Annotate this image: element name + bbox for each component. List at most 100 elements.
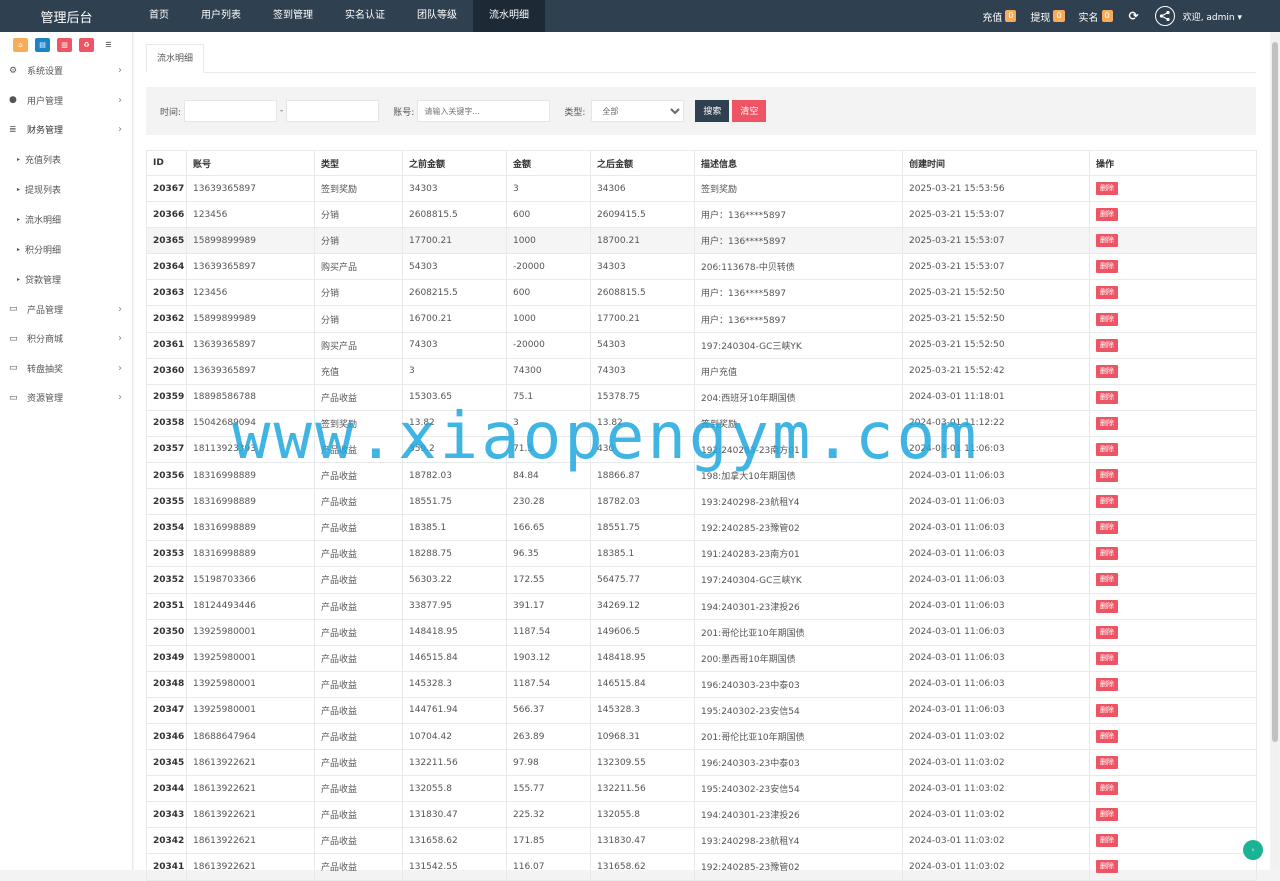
delete-button[interactable]: 删除 xyxy=(1096,677,1118,691)
topnav-item[interactable]: 签到管理 xyxy=(257,0,329,32)
table-cell: 131542.55 xyxy=(402,853,507,881)
topnav-item[interactable]: 团队等级 xyxy=(401,0,473,32)
sidebar-item[interactable]: ⚙ 系统设置 › xyxy=(0,56,132,86)
trash-icon[interactable]: ▥ xyxy=(57,38,72,52)
home-icon[interactable]: ⌂ xyxy=(13,38,28,52)
table-cell: 193:240298-23航租Y4 xyxy=(694,488,903,516)
database-icon: ≣ xyxy=(9,124,17,135)
table-cell: 2609415.5 xyxy=(590,201,695,229)
table-body: 20367 13639365897 签到奖励 34303 3 34306 签到奖励 2025-… xyxy=(146,174,1257,881)
topnav-item[interactable]: 流水明细 xyxy=(473,0,545,32)
delete-button[interactable]: 删除 xyxy=(1096,599,1118,613)
action-cell: 删除 xyxy=(1089,279,1257,307)
scrollbar-thumb[interactable] xyxy=(1272,42,1278,742)
stat-2[interactable]: 实名 0 xyxy=(1079,9,1113,24)
topnav-item[interactable]: 实名认证 xyxy=(329,0,401,32)
sidebar-subitem[interactable]: ▸ 积分明细 xyxy=(0,235,132,265)
sidebar-item[interactable]: ▭ 产品管理 › xyxy=(0,295,132,325)
column-header: 描述信息 xyxy=(694,150,903,176)
table-cell: 20359 xyxy=(146,383,187,411)
refresh-icon[interactable]: ⟳ xyxy=(1129,9,1139,23)
type-select[interactable]: 全部 xyxy=(591,100,685,122)
delete-button[interactable]: 删除 xyxy=(1096,625,1118,639)
delete-button[interactable]: 删除 xyxy=(1096,730,1118,744)
sidebar-subitem[interactable]: ▸ 提现列表 xyxy=(0,175,132,205)
delete-button[interactable]: 删除 xyxy=(1096,651,1118,665)
sidebar-item[interactable]: ● 用户管理 › xyxy=(0,86,132,116)
chevron-right-icon: › xyxy=(118,392,122,404)
user-menu[interactable]: 欢迎, admin ▾ xyxy=(1183,10,1242,23)
delete-button[interactable]: 删除 xyxy=(1096,808,1118,822)
sidebar-item[interactable]: ▭ 转盘抽奖 › xyxy=(0,354,132,384)
delete-button[interactable]: 删除 xyxy=(1096,469,1118,483)
recycle-icon[interactable]: ♻ xyxy=(79,38,94,52)
delete-button[interactable]: 删除 xyxy=(1096,390,1118,404)
action-cell: 删除 xyxy=(1089,488,1257,516)
table-cell: 18385.1 xyxy=(590,540,695,568)
table-cell: 600 xyxy=(506,279,591,307)
table-cell: 2024-03-01 11:06:03 xyxy=(902,618,1090,646)
table-row: 20366 123456 分销 2608815.5 600 2609415.5 用户：136… xyxy=(146,201,1257,229)
account-input[interactable] xyxy=(417,100,551,122)
delete-button[interactable]: 删除 xyxy=(1096,416,1118,430)
delete-button[interactable]: 删除 xyxy=(1096,234,1118,248)
delete-button[interactable]: 删除 xyxy=(1096,286,1118,300)
action-cell: 删除 xyxy=(1089,566,1257,594)
floating-help-button[interactable]: › xyxy=(1243,840,1263,860)
table-row: 20343 18613922621 产品收益 131830.47 225.32 13205… xyxy=(146,801,1257,829)
sidebar-item-label: 产品管理 xyxy=(27,305,64,316)
delete-button[interactable]: 删除 xyxy=(1096,703,1118,717)
sidebar-subitem[interactable]: ▸ 充值列表 xyxy=(0,145,132,175)
sidebar-subitem[interactable]: ▸ 贷款管理 xyxy=(0,265,132,295)
file-icon[interactable]: ▤ xyxy=(35,38,50,52)
monitor-icon: ▭ xyxy=(9,304,18,315)
stat-1[interactable]: 提现 0 xyxy=(1030,9,1065,24)
share-icon[interactable] xyxy=(1154,6,1175,26)
chevron-right-icon: › xyxy=(118,94,122,106)
table-cell: 191:240283-23南方01 xyxy=(694,540,903,568)
table-cell: 10704.42 xyxy=(402,722,507,751)
table-row: 20367 13639365897 签到奖励 34303 3 34306 签到奖励 2025-… xyxy=(146,174,1257,203)
tab-flow-detail[interactable]: 流水明细 xyxy=(146,44,205,73)
delete-button[interactable]: 删除 xyxy=(1096,312,1118,326)
topnav-item[interactable]: 首页 xyxy=(133,0,185,32)
delete-button[interactable]: 删除 xyxy=(1096,756,1118,770)
table-cell: 131658.62 xyxy=(590,853,695,881)
delete-button[interactable]: 删除 xyxy=(1096,182,1118,196)
table-cell: 2025-03-21 15:52:50 xyxy=(902,279,1090,307)
sidebar-subitem[interactable]: ▸ 流水明细 xyxy=(0,205,132,235)
table-cell: 56475.77 xyxy=(590,566,695,594)
sidebar-item[interactable]: ≣ 财务管理 › xyxy=(0,115,132,145)
delete-button[interactable]: 删除 xyxy=(1096,338,1118,352)
delete-button[interactable]: 删除 xyxy=(1096,442,1118,456)
delete-button[interactable]: 删除 xyxy=(1096,573,1118,587)
delete-button[interactable]: 删除 xyxy=(1096,782,1118,796)
list-icon[interactable]: ☰ xyxy=(101,38,116,52)
search-button[interactable]: 搜索 xyxy=(695,100,730,122)
table-cell: 18551.75 xyxy=(402,488,507,516)
sidebar-item[interactable]: ▭ 积分商城 › xyxy=(0,324,132,354)
table-cell: 15042689094 xyxy=(186,409,315,437)
table-cell: 20349 xyxy=(146,644,187,672)
table-row: 20347 13925980001 产品收益 144761.94 566.37 14532… xyxy=(146,696,1257,724)
search-bar: 时间: - 账号: 类型: 全部 搜索 清空 xyxy=(146,87,1256,135)
delete-button[interactable]: 删除 xyxy=(1096,834,1118,848)
table-cell: 20351 xyxy=(146,592,187,620)
topnav-item[interactable]: 用户列表 xyxy=(185,0,257,32)
start-time-input[interactable] xyxy=(184,100,278,122)
delete-button[interactable]: 删除 xyxy=(1096,860,1118,874)
end-time-input[interactable] xyxy=(286,100,380,122)
sidebar: ⌂ ▤ ▥ ♻ ☰ ⚙ 系统设置 › ● 用户管理 › ≣ 财务管理 › ▸ 充值列表 ▸ 提现列表 ▸ 流水明细 ▸… xyxy=(0,32,133,870)
table-cell: 20356 xyxy=(146,462,187,490)
delete-button[interactable]: 删除 xyxy=(1096,364,1118,378)
delete-button[interactable]: 删除 xyxy=(1096,260,1118,274)
page-scrollbar[interactable] xyxy=(1271,34,1279,870)
stat-0[interactable]: 充值 0 xyxy=(982,9,1017,24)
delete-button[interactable]: 删除 xyxy=(1096,521,1118,535)
time-label: 时间: xyxy=(160,107,182,118)
delete-button[interactable]: 删除 xyxy=(1096,495,1118,509)
delete-button[interactable]: 删除 xyxy=(1096,547,1118,561)
delete-button[interactable]: 删除 xyxy=(1096,208,1118,222)
clear-button[interactable]: 清空 xyxy=(732,100,767,122)
sidebar-item[interactable]: ▭ 资源管理 › xyxy=(0,383,132,413)
